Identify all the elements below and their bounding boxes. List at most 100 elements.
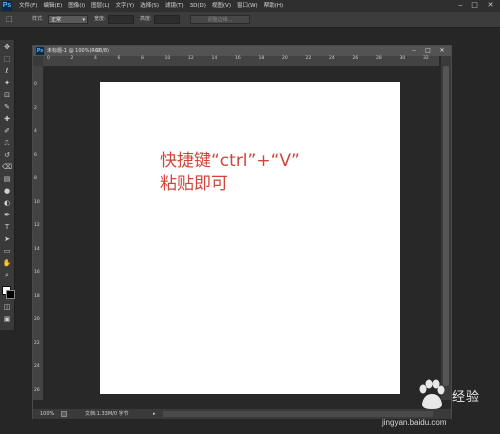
move-icon[interactable]: ✥ [2, 42, 12, 52]
ruler-top-tick-label: 26 [352, 56, 359, 61]
ruler-top-tick-label: 0 [47, 56, 50, 61]
ruler-top-tick-label: 14 [211, 56, 218, 61]
menu-view[interactable]: 视图(V) [212, 0, 231, 12]
marquee-icon[interactable]: ⬚ [2, 54, 12, 64]
horizontal-scrollbar[interactable] [163, 411, 433, 417]
ruler-top-tick-label: 16 [235, 56, 241, 61]
ruler-left-tick-label: 24 [34, 364, 40, 369]
menu-3d[interactable]: 3D(D) [190, 0, 206, 12]
maximize-icon[interactable]: □ [470, 1, 479, 10]
toolbox: ✥ ⬚ ℓ ✦ ⊡ ✎ ✚ ✐ ⎍ ↺ ⌫ ▤ ● ◐ ✒ T ➤ ▭ ✋ ⌕ … [0, 40, 15, 330]
path-select-icon[interactable]: ➤ [2, 234, 12, 244]
ruler-left-tick-label: 22 [34, 340, 40, 346]
width-field[interactable] [108, 15, 134, 24]
minimize-icon[interactable]: ‒ [456, 1, 465, 10]
menu-select[interactable]: 选择(S) [140, 0, 159, 12]
document-ps-icon: Ps [36, 47, 44, 55]
canvas-workspace[interactable]: 快捷键“ctrl”+“V” 粘贴即可 [44, 67, 439, 400]
options-bar: ⬚ 样式: 正常 ▾ 宽度: 高度: 调整边缘... [0, 12, 500, 28]
refine-edge-button[interactable]: 调整边缘... [190, 15, 250, 24]
menu-list: 文件(F) 编辑(E) 图像(I) 图层(L) 文字(Y) 选择(S) 滤镜(T… [19, 0, 289, 12]
vertical-scrollbar[interactable] [441, 56, 451, 400]
canvas-text-layer[interactable]: 快捷键“ctrl”+“V” 粘贴即可 [160, 150, 300, 196]
ruler-left-tick-label: 14 [34, 246, 40, 252]
hand-icon[interactable]: ✋ [2, 258, 12, 268]
clone-stamp-icon[interactable]: ⎍ [2, 138, 12, 148]
history-brush-icon[interactable]: ↺ [2, 150, 12, 160]
height-field[interactable] [154, 15, 180, 24]
magic-wand-icon[interactable]: ✦ [2, 78, 12, 88]
healing-brush-icon[interactable]: ✚ [2, 114, 12, 124]
screen-mode-icon[interactable]: ▣ [2, 314, 12, 324]
type-icon[interactable]: T [2, 222, 12, 232]
document-tab-close-icon[interactable]: × [95, 46, 100, 56]
ruler-top-tick-label: 22 [305, 56, 312, 61]
ruler-origin[interactable] [33, 56, 43, 66]
doc-maximize-icon[interactable]: □ [423, 47, 433, 55]
photoshop-logo: Ps [2, 1, 12, 11]
baidu-paw-icon [419, 379, 445, 409]
chevron-down-icon: ▾ [82, 17, 85, 23]
brush-icon[interactable]: ✐ [2, 126, 12, 136]
ruler-top-tick-label: 2 [70, 56, 74, 61]
dodge-icon[interactable]: ◐ [2, 198, 12, 208]
menu-window[interactable]: 窗口(W) [237, 0, 258, 12]
menu-file[interactable]: 文件(F) [19, 0, 37, 12]
crop-icon[interactable]: ⊡ [2, 90, 12, 100]
menu-filter[interactable]: 滤镜(T) [165, 0, 184, 12]
zoom-icon[interactable]: ⌕ [2, 270, 12, 280]
canvas-text-line-2: 粘贴即可 [160, 174, 228, 194]
ruler-top-tick-label: 30 [399, 56, 406, 61]
ruler-left-tick-label: 2 [34, 105, 37, 111]
gradient-icon[interactable]: ▤ [2, 174, 12, 184]
ruler-left-tick-label: 4 [34, 129, 37, 134]
eraser-icon[interactable]: ⌫ [2, 162, 12, 172]
menu-type[interactable]: 文字(Y) [116, 0, 135, 12]
menu-help[interactable]: 帮助(H) [264, 0, 283, 12]
doc-close-icon[interactable]: ✕ [437, 47, 447, 55]
eyedropper-icon[interactable]: ✎ [2, 102, 12, 112]
ruler-left-tick-label: 18 [34, 293, 40, 299]
horizontal-ruler[interactable]: 0 2 4 6 8 10 12 14 16 18 20 22 24 26 28 30 32 [43, 56, 439, 67]
ruler-top-tick-label: 24 [329, 56, 335, 61]
canvas-text-line-1: 快捷键“ctrl”+“V” [160, 151, 300, 171]
ruler-top-tick-label: 12 [188, 56, 194, 61]
quick-mask-icon[interactable]: ◫ [2, 302, 12, 312]
ruler-left-tick-label: 20 [34, 317, 40, 322]
ruler-top-tick-label: 28 [376, 56, 382, 61]
ruler-top-tick-label: 8 [141, 56, 144, 61]
style-select[interactable]: 正常 ▾ [48, 15, 88, 24]
menu-layer[interactable]: 图层(L) [91, 0, 109, 12]
blur-icon[interactable]: ● [2, 186, 12, 196]
status-info-icon[interactable] [61, 411, 67, 417]
menu-image[interactable]: 图像(I) [68, 0, 85, 12]
ruler-top-tick-label: 32 [423, 56, 429, 61]
document-size: 文档:1.33M/0 字节 [85, 411, 129, 417]
document-canvas[interactable]: 快捷键“ctrl”+“V” 粘贴即可 [100, 82, 400, 394]
menu-bar: Ps 文件(F) 编辑(E) 图像(I) 图层(L) 文字(Y) 选择(S) 滤… [0, 0, 500, 12]
pen-icon[interactable]: ✒ [2, 210, 12, 220]
height-label: 高度: [140, 16, 152, 22]
ruler-left-tick-label: 10 [34, 199, 40, 205]
background-color-swatch[interactable] [6, 290, 15, 299]
shape-icon[interactable]: ▭ [2, 246, 12, 256]
baidu-jingyan-watermark: 经验 jingyan.baidu.com [382, 378, 500, 434]
menu-edit[interactable]: 编辑(E) [43, 0, 62, 12]
zoom-level[interactable]: 100% [40, 409, 54, 419]
watermark-brand: 经验 [452, 390, 481, 405]
lasso-icon[interactable]: ℓ [2, 66, 12, 76]
width-label: 宽度: [94, 16, 106, 22]
status-menu-arrow-icon[interactable]: ▸ [153, 409, 156, 419]
ruler-left-tick-label: 0 [34, 82, 37, 87]
ruler-top-tick-label: 6 [117, 56, 121, 61]
style-value: 正常 [51, 17, 62, 23]
ruler-left-tick-label: 6 [34, 152, 37, 158]
doc-minimize-icon[interactable]: ‒ [409, 47, 419, 55]
vertical-scroll-thumb[interactable] [443, 66, 449, 386]
document-window: Ps 未标题-1 @ 100%(RGB/8) × ‒ □ ✕ 0 2 4 6 8 10 12… [32, 45, 452, 419]
vertical-ruler[interactable]: 0 2 4 6 8 10 12 14 16 18 20 22 24 26 [33, 66, 44, 400]
marquee-tool-preset-icon[interactable]: ⬚ [6, 15, 13, 23]
close-icon[interactable]: ✕ [486, 1, 495, 10]
ruler-left-tick-label: 26 [34, 387, 40, 393]
ruler-left-tick-label: 16 [34, 270, 40, 275]
